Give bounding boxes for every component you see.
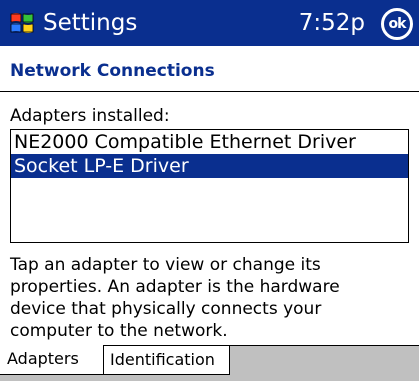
- title-bar: Settings 7:52p ok: [0, 0, 419, 46]
- tab-adapters[interactable]: Adapters: [0, 345, 104, 375]
- ok-button[interactable]: ok: [381, 8, 413, 40]
- clock[interactable]: 7:52p: [299, 9, 365, 37]
- adapters-label: Adapters installed:: [10, 106, 170, 126]
- adapter-item-socket-lp-e[interactable]: Socket LP-E Driver: [11, 154, 408, 178]
- help-text-line: device that physically connects your: [10, 299, 322, 319]
- help-text-line: properties. An adapter is the hardware: [10, 277, 340, 297]
- windows-flag-icon[interactable]: [8, 9, 36, 37]
- tab-bar: Adapters Identification: [0, 345, 419, 381]
- page-title: Network Connections: [10, 61, 215, 81]
- help-text-line: Tap an adapter to view or change its: [10, 255, 321, 275]
- help-text-line: computer to the network.: [10, 321, 228, 341]
- header-divider: [0, 91, 419, 92]
- app-title: Settings: [43, 10, 138, 36]
- adapter-list[interactable]: NE2000 Compatible Ethernet Driver Socket…: [10, 129, 409, 243]
- adapter-item-ne2000[interactable]: NE2000 Compatible Ethernet Driver: [11, 130, 408, 154]
- tab-identification[interactable]: Identification: [104, 345, 230, 375]
- help-text: Tap an adapter to view or change its pro…: [10, 254, 400, 342]
- page-header: Network Connections: [0, 46, 419, 92]
